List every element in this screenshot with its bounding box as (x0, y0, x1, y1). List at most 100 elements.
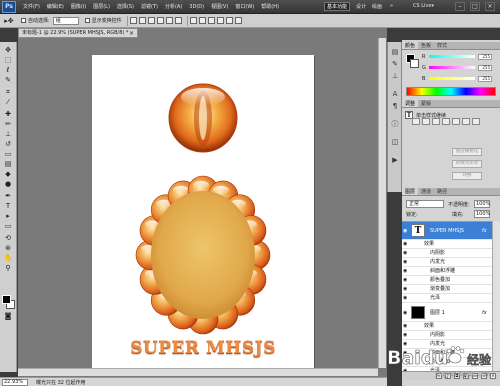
effect-row-color-overlay[interactable]: ◉ 颜色叠加 (402, 276, 492, 285)
menu-file[interactable]: 文件(F) (23, 3, 40, 10)
red-value[interactable]: 255 (478, 53, 492, 60)
effect-row-gradient-overlay[interactable]: ◉ 渐变叠加 (402, 285, 492, 294)
menu-window[interactable]: 窗口(W) (235, 3, 254, 10)
gradient-tool-icon[interactable]: ▤ (2, 160, 14, 169)
zoom-tool-icon[interactable]: ⚲ (2, 264, 14, 273)
visibility-eye-icon[interactable]: ◉ (403, 294, 409, 303)
navigator-panel-icon[interactable]: ◫ (390, 138, 400, 147)
maximize-button[interactable]: □ (470, 2, 480, 11)
quick-mask-icon[interactable]: ◙ (2, 312, 14, 321)
workspace-paint-link[interactable]: 绘画 (372, 3, 382, 10)
opacity-field[interactable]: 100% (474, 200, 490, 208)
lasso-tool-icon[interactable]: ℓ (2, 66, 14, 75)
effect-row-inner-shadow[interactable]: ◉ 内阴影 (402, 331, 492, 340)
visibility-eye-icon[interactable]: ◉ (403, 267, 409, 276)
healing-brush-tool-icon[interactable]: ✚ (2, 110, 14, 119)
quick-select-tool-icon[interactable]: ✎ (2, 76, 14, 85)
convert-button[interactable]: 转换 (452, 172, 482, 180)
pen-tool-icon[interactable]: ✒ (2, 192, 14, 201)
tab-styles[interactable]: 样式 (434, 42, 450, 49)
effects-fx-icon[interactable]: fx (482, 304, 487, 322)
effect-row-inner-glow[interactable]: ◉ 内发光 (402, 258, 492, 267)
distribute-hcenter-icon[interactable] (225, 17, 233, 24)
brush-tool-icon[interactable]: ✏ (2, 120, 14, 129)
tab-layers[interactable]: 图层 (402, 188, 419, 195)
distribute-bottom-icon[interactable] (207, 17, 215, 24)
distribute-right-icon[interactable] (234, 17, 242, 24)
clone-panel-icon[interactable]: ⊥ (390, 72, 400, 81)
effect-row-satin[interactable]: ◉ 光泽 (402, 294, 492, 303)
menu-3d[interactable]: 3D(D) (189, 4, 204, 10)
info-panel-icon[interactable]: ⓘ (390, 120, 400, 129)
brightness-adjust-icon[interactable] (412, 118, 420, 125)
align-vcenter-icon[interactable] (138, 17, 146, 24)
effects-fx-icon[interactable]: fx (482, 222, 487, 240)
bg-color-chip[interactable] (410, 59, 419, 68)
green-slider[interactable] (429, 66, 475, 69)
tab-adjustments[interactable]: 调整 (402, 100, 419, 107)
red-slider[interactable] (429, 55, 475, 58)
blend-mode-dropdown[interactable]: 正常 (406, 200, 444, 208)
close-window-button[interactable]: × (485, 2, 495, 11)
character-panel-icon[interactable]: A (390, 90, 400, 99)
distribute-vcenter-icon[interactable] (198, 17, 206, 24)
exposure-adjust-icon[interactable] (442, 118, 450, 125)
effect-row-inner-shadow[interactable]: ◉ 内阴影 (402, 249, 492, 258)
canvas[interactable]: SUPER MHSJS (92, 55, 314, 375)
effects-group-row[interactable]: ◉ 效果 (402, 322, 492, 331)
curves-adjust-icon[interactable] (432, 118, 440, 125)
auto-select-dropdown[interactable]: 组 (52, 16, 79, 25)
marquee-tool-icon[interactable]: ⬚ (2, 56, 14, 65)
hand-tool-icon[interactable]: ✋ (2, 254, 14, 263)
document-tab[interactable]: 未标题-1 @ 22.9% (SUPER MHSJS, RGB/8) * × (18, 28, 138, 38)
distribute-left-icon[interactable] (216, 17, 224, 24)
menu-image[interactable]: 图像(I) (71, 3, 86, 10)
balance-adjust-icon[interactable] (472, 118, 480, 125)
fill-field[interactable]: 100% (474, 210, 490, 218)
visibility-eye-icon[interactable]: ◉ (403, 331, 409, 340)
color-spectrum-bar[interactable] (406, 87, 496, 96)
dodge-tool-icon[interactable]: ● (2, 180, 14, 189)
menu-help[interactable]: 帮助(H) (261, 3, 279, 10)
visibility-eye-icon[interactable]: ◉ (403, 322, 409, 331)
brush-panel-icon[interactable]: ✎ (390, 60, 400, 69)
blue-value[interactable]: 255 (478, 75, 492, 82)
3d-rotate-tool-icon[interactable]: ⟲ (2, 234, 14, 243)
distribute-top-icon[interactable] (189, 17, 197, 24)
tab-color[interactable]: 颜色 (402, 42, 419, 49)
shape-tool-icon[interactable]: ▭ (2, 222, 14, 231)
visibility-eye-icon[interactable]: ◉ (403, 240, 409, 249)
vertical-scrollbar[interactable] (378, 38, 386, 368)
visibility-eye-icon[interactable]: ◉ (403, 258, 409, 267)
vibrance-adjust-icon[interactable] (452, 118, 460, 125)
menu-select[interactable]: 选择(S) (117, 3, 134, 10)
paragraph-panel-icon[interactable]: ¶ (390, 102, 400, 111)
clone-stamp-tool-icon[interactable]: ⊥ (2, 130, 14, 139)
align-left-icon[interactable] (156, 17, 164, 24)
layer-row-text[interactable]: ◉ T SUPER MHSJS fx (402, 222, 492, 240)
align-hcenter-icon[interactable] (165, 17, 173, 24)
visibility-eye-icon[interactable]: ◉ (403, 285, 409, 294)
crop-tool-icon[interactable]: ⌗ (2, 88, 14, 97)
zoom-field[interactable]: 22.93% (2, 378, 28, 386)
cs-live-button[interactable]: CS Live▾ (413, 3, 434, 9)
type-tool-icon[interactable]: T (2, 202, 14, 211)
auto-select-checkbox[interactable] (21, 18, 26, 23)
align-right-icon[interactable] (174, 17, 182, 24)
foreground-color-swatch[interactable] (2, 295, 11, 304)
tab-paths[interactable]: 路径 (434, 188, 450, 195)
menu-view[interactable]: 视图(V) (211, 3, 228, 10)
tab-swatches[interactable]: 色板 (418, 42, 434, 49)
tab-channels[interactable]: 通道 (418, 188, 434, 195)
history-brush-tool-icon[interactable]: ↺ (2, 140, 14, 149)
rasterize-layer-button[interactable]: 图层栅格化 (452, 148, 482, 156)
eyedropper-tool-icon[interactable]: ⁄ (2, 98, 14, 107)
eraser-tool-icon[interactable]: ▭ (2, 150, 14, 159)
blue-slider[interactable] (429, 77, 475, 80)
show-transform-checkbox[interactable] (84, 18, 90, 23)
horizontal-scrollbar[interactable] (18, 368, 378, 376)
visibility-eye-icon[interactable]: ◉ (403, 249, 409, 258)
blur-tool-icon[interactable]: ◆ (2, 170, 14, 179)
effects-group-row[interactable]: ◉ 效果 (402, 240, 492, 249)
menu-filter[interactable]: 滤镜(T) (141, 3, 158, 10)
